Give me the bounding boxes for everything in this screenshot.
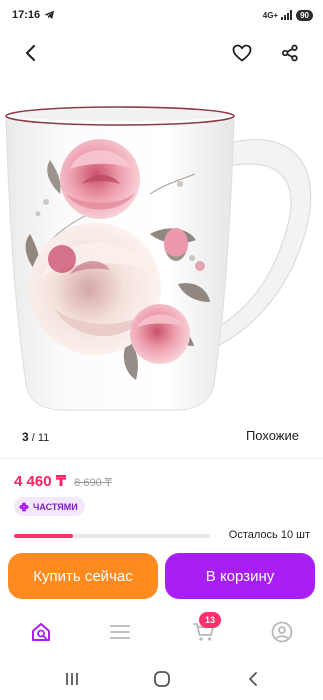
cart-count-badge: 13 (199, 612, 221, 628)
system-nav-bar (0, 664, 323, 694)
stock-row: Осталось 10 шт (14, 528, 310, 544)
stock-progress-fill (14, 534, 73, 538)
price-old: 8 690 ₸ (74, 477, 112, 489)
status-right: 4G+ 90 (262, 9, 313, 21)
similar-products-link[interactable]: Похожие (246, 428, 299, 443)
status-left: 17:16 (12, 9, 55, 21)
favorite-button[interactable] (227, 38, 257, 68)
add-to-cart-button[interactable]: В корзину (165, 553, 315, 599)
bottom-nav: 13 (0, 612, 323, 652)
status-bar: 17:16 4G+ 90 (0, 0, 323, 30)
home-search-icon (32, 623, 50, 641)
stock-progress-bar (14, 534, 210, 538)
recent-apps-button[interactable] (60, 667, 84, 691)
telegram-icon (44, 10, 55, 19)
network-label: 4G+ (262, 10, 279, 20)
heart-icon (232, 44, 252, 62)
share-button[interactable] (275, 38, 305, 68)
gallery-row: 3 / 11 Похожие (0, 428, 323, 446)
product-image[interactable] (0, 84, 323, 414)
installment-label: ЧАСТЯМИ (33, 501, 78, 512)
divider (0, 458, 323, 459)
installment-badge[interactable]: ЧАСТЯМИ (14, 497, 85, 516)
home-button[interactable] (150, 667, 174, 691)
home-circle-icon (154, 671, 170, 687)
back-arrow-icon (249, 672, 257, 686)
top-bar (0, 38, 323, 70)
nav-home[interactable] (27, 618, 55, 646)
profile-icon (271, 621, 293, 643)
stock-remaining-text: Осталось 10 шт (228, 529, 310, 541)
status-time: 17:16 (12, 9, 41, 21)
share-icon (282, 44, 298, 62)
buy-now-button[interactable]: Купить сейчас (8, 553, 158, 599)
image-counter-total: / 11 (31, 432, 50, 444)
price-current: 4 460 ₸ (14, 473, 67, 490)
nav-cart[interactable]: 13 (190, 612, 221, 646)
signal-icon (281, 10, 293, 20)
recent-apps-icon (66, 673, 78, 685)
image-counter: 3 / 11 (22, 430, 49, 444)
system-back-button[interactable] (241, 667, 265, 691)
menu-icon (110, 625, 130, 639)
price-row: 4 460 ₸ 8 690 ₸ (14, 472, 112, 490)
nav-catalog[interactable] (106, 618, 134, 646)
image-counter-current: 3 (22, 430, 29, 444)
back-button[interactable] (16, 38, 46, 68)
installment-icon (19, 502, 29, 511)
battery-indicator: 90 (296, 9, 313, 21)
nav-profile[interactable] (268, 618, 296, 646)
mug-illustration (5, 106, 312, 411)
chevron-left-icon (26, 45, 35, 61)
